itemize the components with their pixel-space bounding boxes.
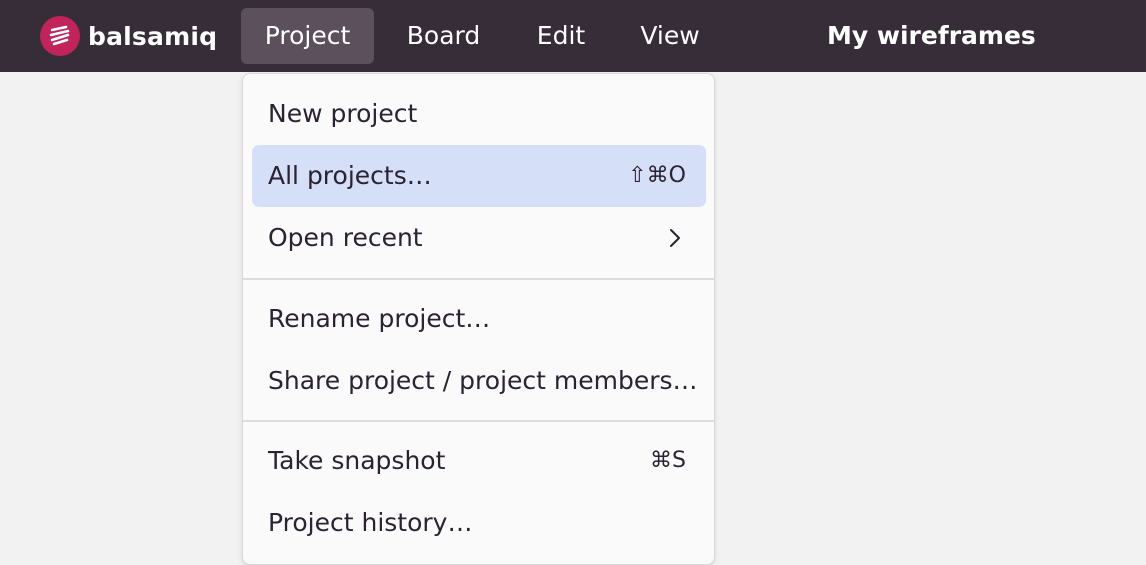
shortcut-label: ⇧⌘O bbox=[628, 163, 686, 188]
menu-item-all-projects[interactable]: All projects… ⇧⌘O bbox=[252, 145, 706, 207]
chevron-right-icon bbox=[670, 229, 680, 247]
menu-item-share-project[interactable]: Share project / project members… bbox=[252, 350, 706, 412]
menu-tab-board[interactable]: Board bbox=[390, 8, 497, 64]
menu-item-label: Take snapshot bbox=[268, 446, 446, 475]
project-menu-dropdown: New project All projects… ⇧⌘O Open recen… bbox=[242, 73, 715, 565]
brand[interactable]: balsamiq bbox=[40, 16, 217, 56]
menu-item-rename-project[interactable]: Rename project… bbox=[252, 288, 706, 350]
menu-item-label: Rename project… bbox=[268, 304, 491, 333]
menu-item-take-snapshot[interactable]: Take snapshot ⌘S bbox=[252, 430, 706, 492]
menu-item-label: New project bbox=[268, 99, 418, 128]
brand-name: balsamiq bbox=[88, 21, 218, 51]
menu-tab-edit[interactable]: Edit bbox=[521, 8, 601, 64]
menu-item-label: Open recent bbox=[268, 223, 423, 252]
menu-divider bbox=[243, 278, 714, 280]
menu-tab-project[interactable]: Project bbox=[241, 8, 374, 64]
menu-item-label: All projects… bbox=[268, 161, 432, 190]
menu-item-label: Project history… bbox=[268, 508, 473, 537]
menu-tab-view[interactable]: View bbox=[626, 8, 714, 64]
menu-item-project-history[interactable]: Project history… bbox=[252, 492, 706, 554]
menu-item-open-recent[interactable]: Open recent bbox=[252, 207, 706, 269]
menu-item-label: Share project / project members… bbox=[268, 366, 698, 395]
balsamiq-logo-icon bbox=[40, 16, 80, 56]
menu-item-new-project[interactable]: New project bbox=[252, 83, 706, 145]
document-title: My wireframes bbox=[827, 21, 1036, 50]
shortcut-label: ⌘S bbox=[650, 448, 686, 473]
top-menubar: balsamiq Project Board Edit View My wire… bbox=[0, 0, 1146, 72]
menu-divider bbox=[243, 420, 714, 422]
